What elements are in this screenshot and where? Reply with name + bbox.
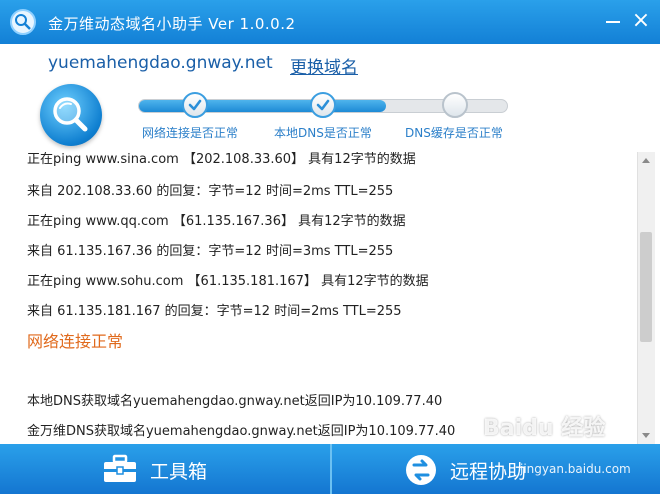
log-line: 来自 202.108.33.60 的回复：字节=12 时间=2ms TTL=25… xyxy=(27,184,394,199)
log-line: 本地DNS获取域名yuemahengdao.gnway.net返回IP为10.1… xyxy=(27,394,443,409)
progress-fill xyxy=(139,100,386,112)
step-node-network xyxy=(182,92,208,118)
baidu-watermark: Baidu 经验 xyxy=(483,416,606,441)
title-bar: 金万维动态域名小助手 Ver 1.0.0.2 × xyxy=(0,0,660,44)
close-button[interactable]: × xyxy=(628,8,654,34)
check-icon xyxy=(316,99,330,111)
scroll-thumb[interactable] xyxy=(640,232,652,342)
log-line: 正在ping www.qq.com 【61.135.167.36】 具有12字节… xyxy=(27,214,406,229)
step-label-local-dns: 本地DNS是否正常 xyxy=(274,126,372,140)
log-line: 正在ping www.sina.com 【202.108.33.60】 具有12… xyxy=(27,152,416,167)
step-node-dns-cache xyxy=(442,92,468,118)
log-output[interactable]: 正在ping www.sina.com 【202.108.33.60】 具有12… xyxy=(0,152,660,444)
log-scrollbar[interactable] xyxy=(637,152,655,444)
check-icon xyxy=(188,99,202,111)
minimize-button[interactable] xyxy=(600,8,626,34)
scroll-down-arrow-icon[interactable] xyxy=(638,427,655,444)
log-line: 金万维DNS获取域名yuemahengdao.gnway.net返回IP为10.… xyxy=(27,424,456,439)
current-domain: yuemahengdao.gnway.net xyxy=(48,53,273,73)
remote-assist-label: 远程协助 xyxy=(450,461,527,483)
magnifier-icon xyxy=(40,84,102,146)
toolbox-label: 工具箱 xyxy=(150,461,208,483)
remote-assist-icon xyxy=(404,453,438,491)
step-node-local-dns xyxy=(310,92,336,118)
step-label-network: 网络连接是否正常 xyxy=(142,126,239,140)
step-label-dns-cache: DNS缓存是否正常 xyxy=(405,126,503,140)
scroll-up-arrow-icon[interactable] xyxy=(638,152,655,169)
change-domain-link[interactable]: 更换域名 xyxy=(290,53,358,78)
toolbox-button[interactable]: 工具箱 xyxy=(0,444,330,494)
log-line: 来自 61.135.181.167 的回复：字节=12 时间=2ms TTL=2… xyxy=(27,304,402,319)
app-logo-icon xyxy=(10,9,36,35)
toolbox-icon xyxy=(102,453,138,489)
window-title: 金万维动态域名小助手 Ver 1.0.0.2 xyxy=(48,15,296,33)
header-panel: yuemahengdao.gnway.net 更换域名 网络连接是否正常 本地D… xyxy=(0,44,660,152)
log-line: 正在ping www.sohu.com 【61.135.181.167】 具有1… xyxy=(27,274,429,289)
network-status-text: 网络连接正常 xyxy=(27,332,124,351)
baidu-watermark-url: jingyan.baidu.com xyxy=(520,462,631,476)
log-line: 来自 61.135.167.36 的回复：字节=12 时间=3ms TTL=25… xyxy=(27,244,394,259)
